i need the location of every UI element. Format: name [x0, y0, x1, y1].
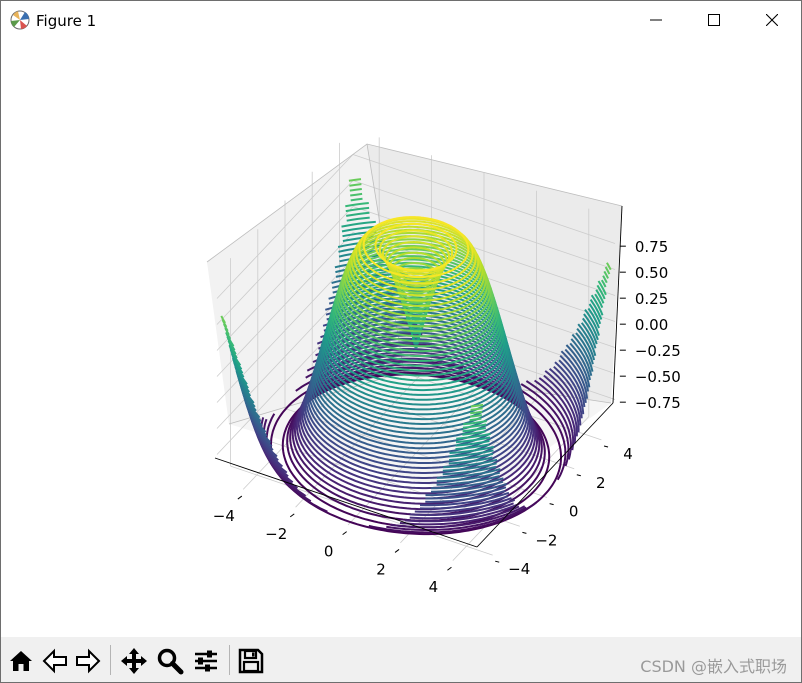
title-bar[interactable]: Figure 1: [1, 1, 801, 39]
x-tick: [289, 513, 295, 518]
maximize-icon: [708, 14, 720, 26]
configure-subplots-button[interactable]: [191, 646, 221, 676]
back-icon: [42, 648, 67, 674]
z-tick-label: −0.50: [635, 368, 681, 386]
x-tick: [342, 531, 347, 536]
forward-icon: [76, 648, 101, 674]
pan-icon: [121, 648, 147, 674]
z-tick-label: 0.25: [635, 290, 668, 308]
y-tick: [522, 531, 527, 534]
save-button[interactable]: [236, 646, 266, 676]
window-title: Figure 1: [36, 12, 97, 30]
y-tick: [549, 503, 554, 506]
minimize-icon: [650, 19, 662, 21]
x-tick-label: −4: [213, 507, 235, 525]
toolbar-separator: [229, 645, 230, 675]
x-tick-label: 2: [376, 560, 386, 578]
toolbar-separator: [110, 645, 111, 675]
z-tick-label: −0.25: [635, 342, 681, 360]
x-tick-label: −2: [265, 525, 287, 543]
home-button[interactable]: [6, 646, 36, 676]
z-tick-label: 0.00: [635, 316, 668, 334]
x-tick: [237, 495, 243, 500]
y-tick: [576, 474, 581, 477]
x-tick-label: 4: [429, 578, 439, 596]
save-icon: [238, 648, 264, 674]
close-icon: [766, 14, 778, 26]
y-tick: [603, 445, 609, 448]
y-tick-label: −4: [508, 560, 530, 578]
axes3d[interactable]: −4−2024−4−20240.750.500.250.00−0.25−0.50…: [1, 39, 801, 637]
zoom-icon: [157, 648, 184, 675]
z-tick-label: 0.75: [635, 238, 668, 256]
x-tick: [447, 566, 452, 571]
figure-canvas[interactable]: −4 −2 0 2 4 −4 −2 0 2 4 0.75 0.50 0.25 0.00 −0.25 −0.50…: [1, 39, 801, 637]
navigation-toolbar: CSDN @嵌入式职场: [1, 637, 801, 682]
close-button[interactable]: [743, 1, 801, 39]
configure-subplots-icon: [195, 650, 217, 672]
minimize-button[interactable]: [627, 1, 685, 39]
x-tick-label: 0: [324, 543, 334, 561]
y-tick-label: −2: [535, 531, 557, 549]
z-tick-label: 0.50: [635, 264, 668, 282]
maximize-button[interactable]: [685, 1, 743, 39]
z-tick-label: −0.75: [635, 394, 681, 412]
x-tick: [394, 549, 400, 553]
y-tick: [495, 560, 500, 563]
home-icon: [10, 651, 32, 671]
y-tick-label: 2: [596, 474, 606, 492]
watermark: CSDN @嵌入式职场: [640, 657, 787, 676]
matplotlib-logo-icon: [10, 10, 30, 30]
pan-button[interactable]: [119, 646, 149, 676]
y-tick-label: 4: [623, 445, 633, 463]
figure-window: Figure 1 −4 −2 0 2 4 −4 −2 0 2 4 0.75 0.…: [0, 0, 802, 683]
y-tick-label: 0: [569, 503, 579, 521]
zoom-button[interactable]: [155, 646, 185, 676]
back-button[interactable]: [40, 646, 70, 676]
forward-button[interactable]: [73, 646, 103, 676]
